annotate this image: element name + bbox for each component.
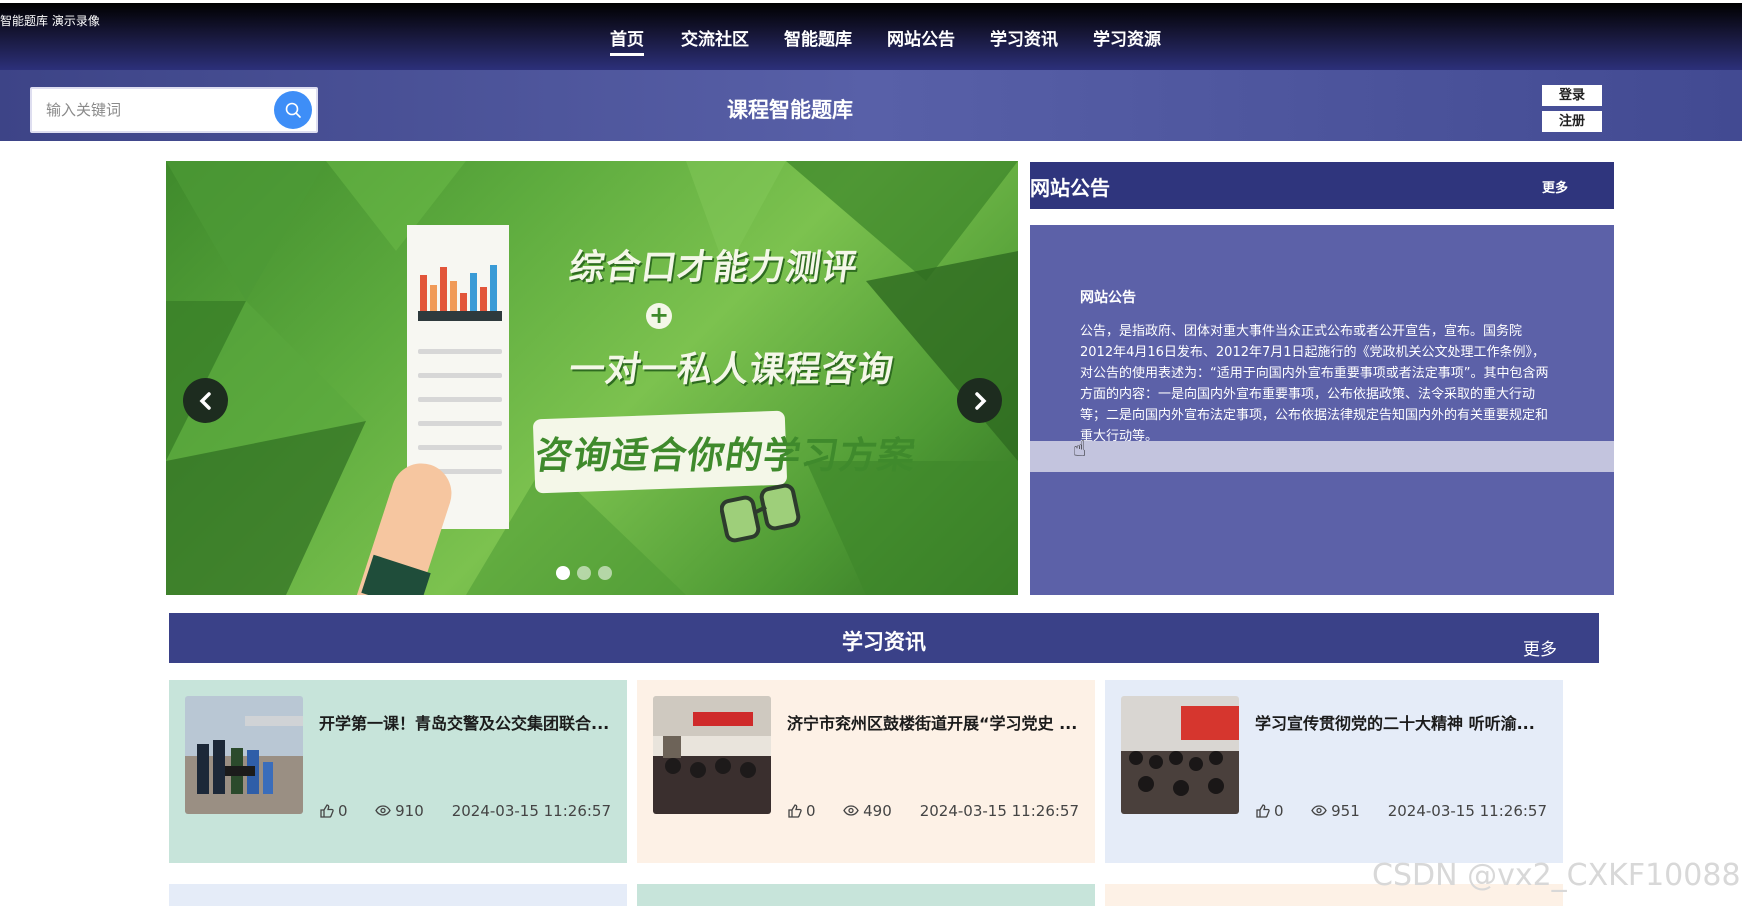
nav-item-announcements[interactable]: 网站公告: [887, 25, 955, 50]
view-count: 910: [395, 802, 424, 820]
news-card[interactable]: 开学第一课！青岛交警及公交集团联合... 0 910 2024-03-15 11…: [169, 680, 627, 863]
glasses-illustration: [720, 483, 801, 543]
bar-graph-illustration: [418, 265, 502, 311]
announcement-item-text[interactable]: 公告，是指政府、团体对重大事件当众正式公布或者公开宣告，宣布。国务院2012年4…: [1080, 321, 1550, 447]
announcement-section-title: 网站公告: [1030, 176, 1110, 200]
news-thumbnail: [1121, 696, 1239, 814]
news-card-date: 2024-03-15 11:26:57: [451, 802, 611, 820]
study-news-more-link[interactable]: 更多: [1523, 635, 1557, 660]
banner-headline-1: 综合口才能力测评: [566, 248, 861, 288]
like-count: 0: [338, 802, 348, 820]
view-count: 490: [863, 802, 892, 820]
search-button[interactable]: [274, 91, 312, 129]
login-button[interactable]: 登录: [1542, 85, 1602, 106]
view-count: 951: [1331, 802, 1360, 820]
thumbs-up-icon[interactable]: [1255, 803, 1270, 818]
news-card[interactable]: 学习宣传贯彻党的二十大精神 听听渝... 0 951 2024-03-15 11…: [1105, 680, 1563, 863]
nav-item-home[interactable]: 首页: [610, 25, 644, 56]
news-card-next-row[interactable]: [637, 884, 1095, 906]
carousel-dot-1[interactable]: [556, 566, 570, 580]
document-line: [418, 349, 502, 354]
nav-item-study-news[interactable]: 学习资讯: [990, 25, 1058, 50]
announcement-header: 网站公告 更多: [1030, 162, 1614, 209]
recording-label: 智能题库 演示录像: [0, 14, 100, 28]
watermark: CSDN @vx2_CXKF10088: [1372, 858, 1741, 893]
chevron-right-icon: [975, 392, 987, 410]
carousel-next-button[interactable]: [957, 378, 1002, 423]
study-news-title: 学习资讯: [842, 630, 926, 654]
document-line: [418, 445, 502, 450]
search-icon: [285, 102, 301, 118]
search-input[interactable]: [46, 89, 266, 131]
header-band: 课程智能题库 登录 注册: [0, 70, 1742, 141]
news-card-stats: 0 910: [319, 802, 424, 820]
eye-icon: [1311, 805, 1327, 816]
banner-headline-2: 一对一私人课程咨询: [566, 350, 897, 390]
eye-icon: [375, 805, 391, 816]
document-header-bar: [418, 311, 502, 321]
hand-pointer-cursor-icon: ☝: [1073, 437, 1087, 462]
banner-plus: +: [646, 303, 672, 329]
document-line: [418, 421, 502, 426]
top-navigation-bar: 首页 交流社区 智能题库 网站公告 学习资讯 学习资源: [0, 3, 1742, 70]
like-count: 0: [1274, 802, 1284, 820]
news-thumbnail: [185, 696, 303, 814]
study-news-header: 学习资讯 更多: [169, 613, 1599, 663]
document-line: [418, 373, 502, 378]
document-line: [418, 397, 502, 402]
announcement-panel: 网站公告 公告，是指政府、团体对重大事件当众正式公布或者公开宣告，宣布。国务院2…: [1030, 225, 1614, 595]
nav-item-study-resources[interactable]: 学习资源: [1093, 25, 1161, 50]
chevron-left-icon: [199, 392, 211, 410]
like-count: 0: [806, 802, 816, 820]
carousel-prev-button[interactable]: [183, 378, 228, 423]
news-thumbnail: [653, 696, 771, 814]
news-card-next-row[interactable]: [169, 884, 627, 906]
news-card-date: 2024-03-15 11:26:57: [919, 802, 1079, 820]
announcement-item-title[interactable]: 网站公告: [1080, 287, 1136, 307]
thumbs-up-icon[interactable]: [787, 803, 802, 818]
carousel-dot-3[interactable]: [598, 566, 612, 580]
news-card-stats: 0 951: [1255, 802, 1360, 820]
news-card-title[interactable]: 济宁市兖州区鼓楼街道开展“学习党史 ...: [787, 710, 1079, 734]
register-button[interactable]: 注册: [1542, 111, 1602, 132]
eye-icon: [843, 805, 859, 816]
search-box: [30, 87, 318, 133]
banner-headline-3: 咨询适合你的学习方案: [532, 434, 919, 477]
news-card[interactable]: 济宁市兖州区鼓楼街道开展“学习党史 ... 0 490 2024-03-15 1…: [637, 680, 1095, 863]
banner-carousel: 综合口才能力测评 + 一对一私人课程咨询 咨询适合你的学习方案: [166, 161, 1018, 595]
news-card-title[interactable]: 开学第一课！青岛交警及公交集团联合...: [319, 710, 611, 734]
site-title: 课程智能题库: [727, 98, 853, 122]
thumbs-up-icon[interactable]: [319, 803, 334, 818]
nav-item-community[interactable]: 交流社区: [681, 25, 749, 50]
news-card-stats: 0 490: [787, 802, 892, 820]
news-card-date: 2024-03-15 11:26:57: [1387, 802, 1547, 820]
news-card-title[interactable]: 学习宣传贯彻党的二十大精神 听听渝...: [1255, 710, 1547, 734]
carousel-dot-2[interactable]: [577, 566, 591, 580]
nav-item-question-bank[interactable]: 智能题库: [784, 25, 852, 50]
announcement-more-link[interactable]: 更多: [1542, 177, 1568, 196]
